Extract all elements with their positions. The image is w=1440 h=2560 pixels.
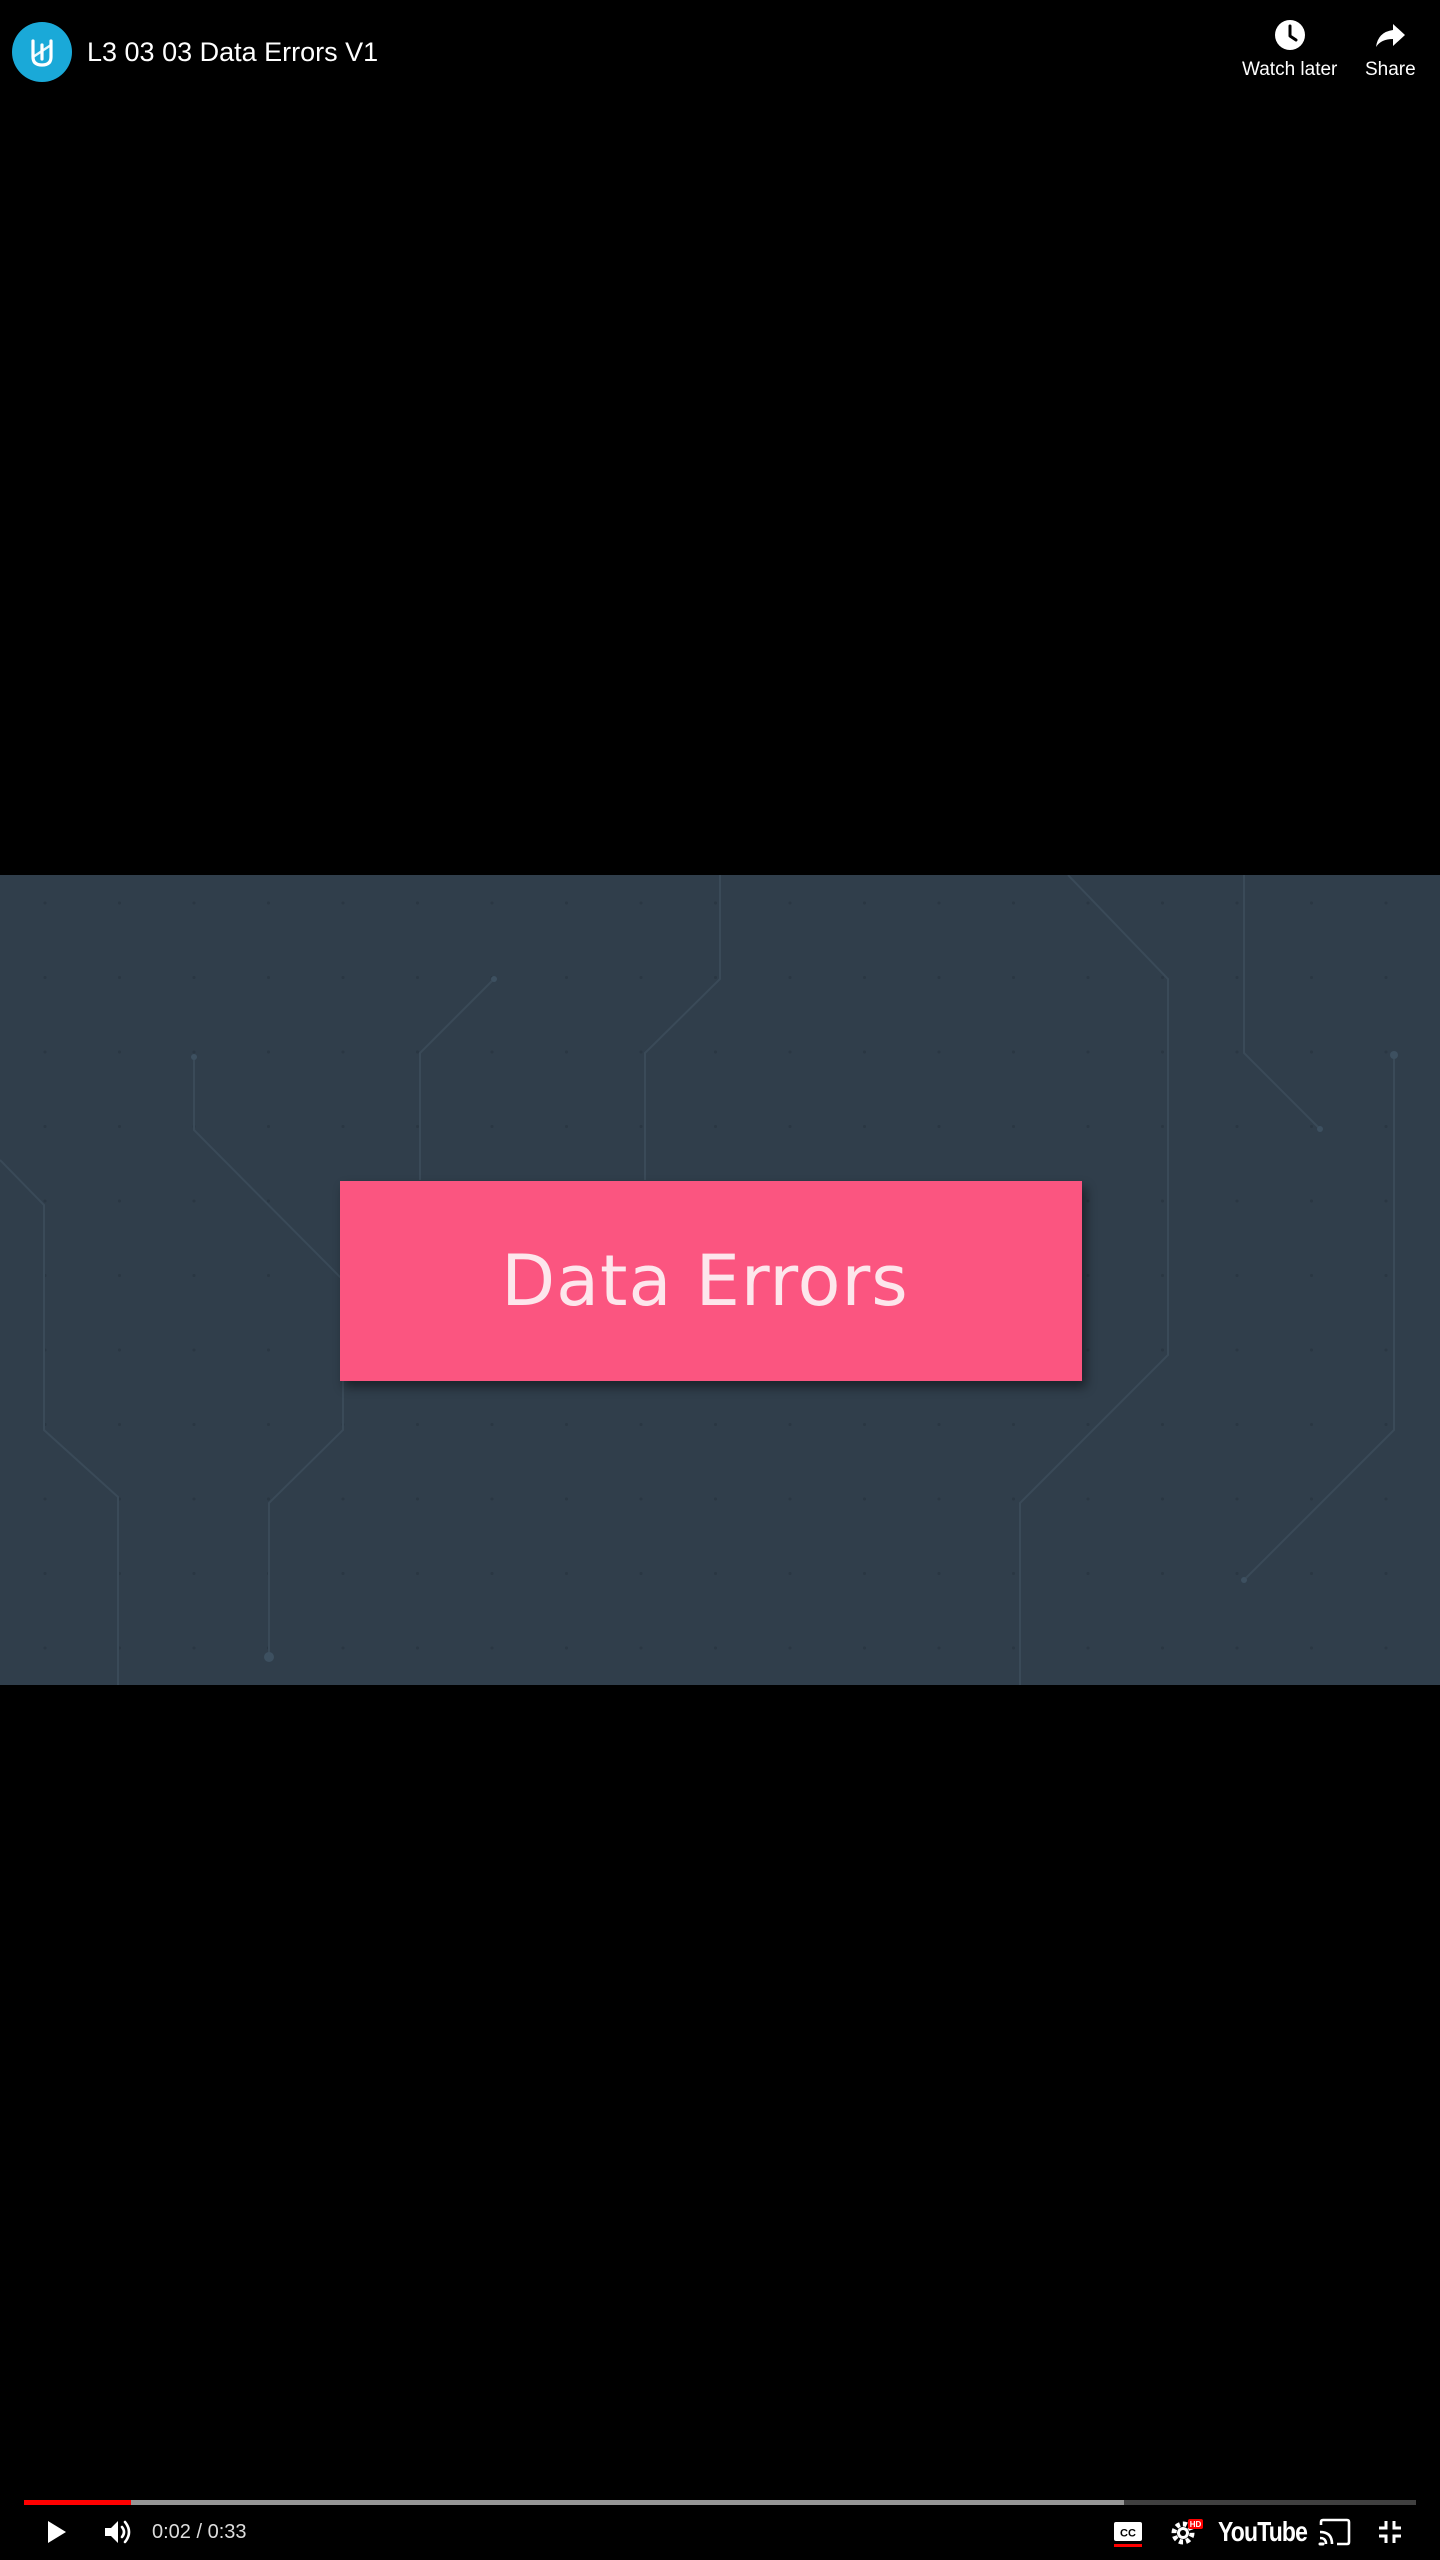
top-bar: L3 03 03 Data Errors V1 Watch later Shar… (0, 0, 1440, 110)
udacity-logo-icon (31, 39, 53, 67)
slide-title: Data Errors (501, 1240, 909, 1322)
video-player[interactable]: L3 03 03 Data Errors V1 Watch later Shar… (0, 0, 1440, 2560)
watch-later-button[interactable]: Watch later (1242, 16, 1337, 81)
video-frame[interactable]: Data Errors (0, 875, 1440, 1685)
volume-icon (105, 2520, 131, 2544)
svg-text:HD: HD (1190, 2520, 1202, 2529)
share-arrow-icon (1371, 16, 1409, 54)
captions-button[interactable]: CC (1108, 2508, 1148, 2556)
title-card: Data Errors (340, 1181, 1082, 1381)
share-button[interactable]: Share (1365, 16, 1416, 81)
progress-buffered (24, 2500, 1124, 2505)
youtube-logo[interactable]: YouTube (1218, 2508, 1308, 2556)
video-title[interactable]: L3 03 03 Data Errors V1 (87, 33, 378, 71)
settings-hd-icon: HD (1171, 2519, 1203, 2545)
volume-button[interactable] (98, 2508, 138, 2556)
closed-captions-icon: CC (1114, 2522, 1142, 2547)
channel-avatar[interactable] (12, 22, 72, 82)
play-icon (48, 2521, 66, 2543)
share-label: Share (1365, 59, 1416, 80)
progress-bar[interactable] (24, 2500, 1416, 2505)
cast-button[interactable] (1314, 2508, 1354, 2556)
settings-button[interactable]: HD (1164, 2508, 1208, 2556)
clock-icon (1271, 16, 1309, 54)
svg-text:CC: CC (1120, 2528, 1136, 2540)
time-display: 0:02 / 0:33 (152, 2521, 247, 2543)
exit-fullscreen-icon (1379, 2521, 1401, 2543)
cast-icon (1318, 2518, 1351, 2546)
exit-fullscreen-button[interactable] (1370, 2508, 1410, 2556)
watch-later-label: Watch later (1242, 59, 1338, 80)
control-bar: 0:02 / 0:33 CC HD YouTube (0, 2508, 1440, 2556)
progress-played (24, 2500, 132, 2505)
play-button[interactable] (36, 2508, 76, 2556)
